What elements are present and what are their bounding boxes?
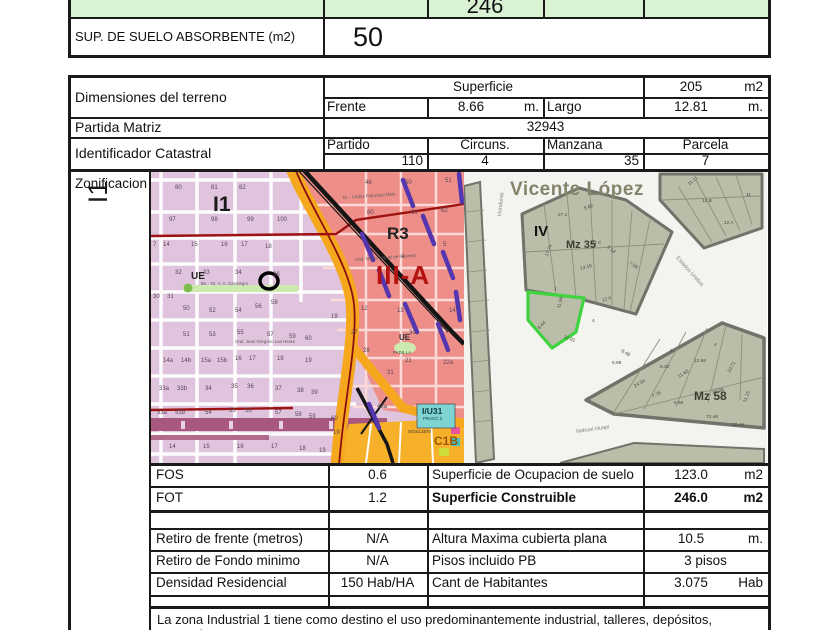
superficie-unit: m2 [744,79,763,95]
dimensiones-label: Dimensiones del terreno [75,89,227,106]
param-value: 150 Hab/HA [340,575,415,591]
terrain-table: Dimensiones del terreno Superficie 205 m… [68,75,771,172]
param-label: FOT [156,490,183,506]
catastral-label: Identificador Catastral [75,144,212,161]
partido-value: 110 [401,153,423,169]
param-desc: Altura Maxima cubierta plana [432,530,607,546]
param-desc: Cant de Habitantes [432,575,548,591]
manzana-value: 35 [623,153,639,169]
document-page: 246 SUP. DE SUELO ABSORBENTE (m2) 50 Dim… [0,0,840,630]
circuns-value: 4 [481,153,489,169]
absorbent-label: SUP. DE SUELO ABSORBENTE (m2) [75,29,296,45]
partida-label: Partida Matriz [75,118,162,135]
param-unit: m2 [744,467,763,483]
param-result: 3 pisos [684,552,727,568]
param-label: Retiro de Fondo minimo [156,552,301,568]
zone-description-note: La zona Industrial 1 tiene como destino … [149,606,768,630]
param-label: Densidad Residencial [156,575,287,591]
param-unit: m. [748,530,763,546]
partial-value-cell: 246 [427,0,543,18]
circuns-label: Circuns. [460,136,510,152]
param-desc: Superficie Construible [432,490,577,506]
largo-unit: m. [748,98,763,114]
parcela-label: Parcela [682,136,729,152]
param-desc: Superficie de Ocupacion de suelo [432,467,634,483]
param-label: FOS [156,467,184,483]
superficie-label: Superficie [452,79,514,95]
param-value: 1.2 [368,490,387,506]
note-line-1: La zona Industrial 1 tiene como destino … [157,612,712,630]
param-unit: m2 [743,490,763,506]
partida-value: 32943 [526,118,565,134]
parameters-table: FOS 0.6 Superficie de Ocupacion de suelo… [71,172,768,630]
frente-unit: m. [524,98,539,114]
zoning-section: Zonificacion I1 I1 R3 III-A UE UE PADILL… [68,172,771,630]
param-value: 0.6 [368,467,387,483]
param-unit: Hab [738,575,763,591]
parcela-value: 7 [701,153,710,169]
partido-label: Partido [327,136,370,152]
largo-label: Largo [547,98,582,114]
partial-value: 246 [466,0,504,18]
absorbent-value: 50 [353,21,384,52]
param-value: N/A [366,552,389,568]
param-desc: Pisos incluido PB [432,552,537,568]
manzana-label: Manzana [547,136,603,152]
green-header-row: 246 [71,0,768,19]
frente-label: Frente [327,98,367,114]
param-label: Retiro de frente (metros) [156,530,304,546]
absorbent-surface-table: 246 SUP. DE SUELO ABSORBENTE (m2) 50 [68,0,771,58]
absorbent-row: SUP. DE SUELO ABSORBENTE (m2) 50 [71,19,768,55]
param-value: N/A [366,530,389,546]
